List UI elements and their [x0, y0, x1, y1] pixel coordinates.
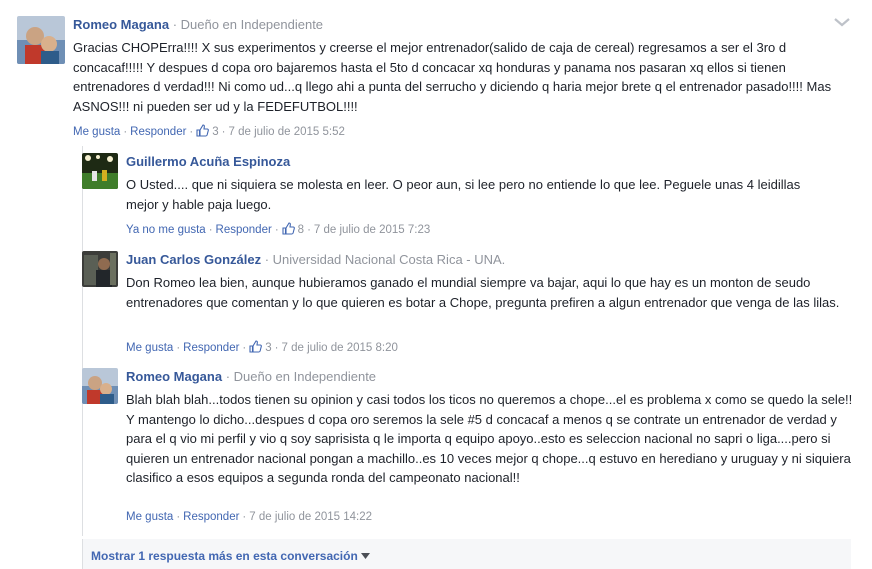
author-meta: · Dueño en Independiente	[169, 17, 324, 32]
like-button[interactable]: Me gusta	[126, 511, 173, 523]
like-button[interactable]: Me gusta	[73, 126, 120, 138]
comment-text: Don Romeo lea bien, aunque hubieramos ga…	[126, 275, 840, 310]
like-count[interactable]: 3	[265, 342, 271, 354]
author-meta: · Dueño en Independiente	[222, 369, 377, 384]
author-name[interactable]: Juan Carlos González	[126, 252, 261, 267]
thumbs-up-icon	[249, 340, 263, 356]
comment-actions: Me gusta · Responder · 3 · 7 de julio de 2015 …	[126, 340, 398, 356]
reply-button[interactable]: Responder	[216, 224, 272, 236]
comment-actions: Me gusta · Responder · 3 · 7 de julio de 2015 …	[73, 124, 345, 140]
avatar[interactable]	[17, 16, 65, 64]
avatar[interactable]	[82, 153, 118, 189]
chevron-down-icon[interactable]	[832, 12, 852, 32]
comment-date[interactable]: 7 de julio de 2015 8:20	[282, 342, 398, 354]
like-count[interactable]: 8	[298, 224, 304, 236]
comment-text: Gracias CHOPErra!!!! X sus experimentos …	[73, 40, 832, 114]
like-count[interactable]: 3	[212, 126, 218, 138]
reply-button[interactable]: Responder	[130, 126, 186, 138]
avatar[interactable]	[82, 368, 118, 404]
thumbs-up-icon	[196, 124, 210, 140]
show-more-replies-label: Mostrar 1 respuesta más en esta conversa…	[91, 549, 358, 563]
comment-actions: Ya no me gusta · Responder · 8 · 7 de julio de…	[126, 222, 431, 238]
comment-text: O Usted.... que ni siquiera se molesta e…	[126, 177, 801, 212]
comment-date[interactable]: 7 de julio de 2015 7:23	[314, 224, 430, 236]
comment-actions: Me gusta · Responder · 7 de julio de 2015 14…	[126, 511, 373, 523]
comment-header: Romeo Magana · Dueño en Independiente	[126, 368, 376, 386]
author-name[interactable]: Romeo Magana	[126, 369, 222, 384]
more-replies-bar: Mostrar 1 respuesta más en esta conversa…	[82, 539, 851, 569]
comment-text: Blah blah blah...todos tienen su opinion…	[126, 392, 853, 485]
like-button[interactable]: Me gusta	[126, 342, 173, 354]
author-meta: · Universidad Nacional Costa Rica - UNA.	[261, 252, 506, 267]
caret-down-icon	[360, 548, 370, 562]
comment-header: Juan Carlos González · Universidad Nacio…	[126, 251, 505, 269]
comment-header: Romeo Magana · Dueño en Independiente	[73, 16, 323, 34]
comment-date[interactable]: 7 de julio de 2015 5:52	[229, 126, 345, 138]
unlike-button[interactable]: Ya no me gusta	[126, 224, 206, 236]
thumbs-up-icon	[282, 222, 295, 238]
comment-header: Guillermo Acuña Espinoza	[126, 153, 290, 171]
comment-date[interactable]: 7 de julio de 2015 14:22	[249, 511, 372, 523]
show-more-replies-link[interactable]: Mostrar 1 respuesta más en esta conversa…	[91, 548, 370, 563]
author-name[interactable]: Romeo Magana	[73, 17, 169, 32]
avatar[interactable]	[82, 251, 118, 287]
reply-button[interactable]: Responder	[183, 511, 239, 523]
author-name[interactable]: Guillermo Acuña Espinoza	[126, 154, 290, 169]
reply-button[interactable]: Responder	[183, 342, 239, 354]
